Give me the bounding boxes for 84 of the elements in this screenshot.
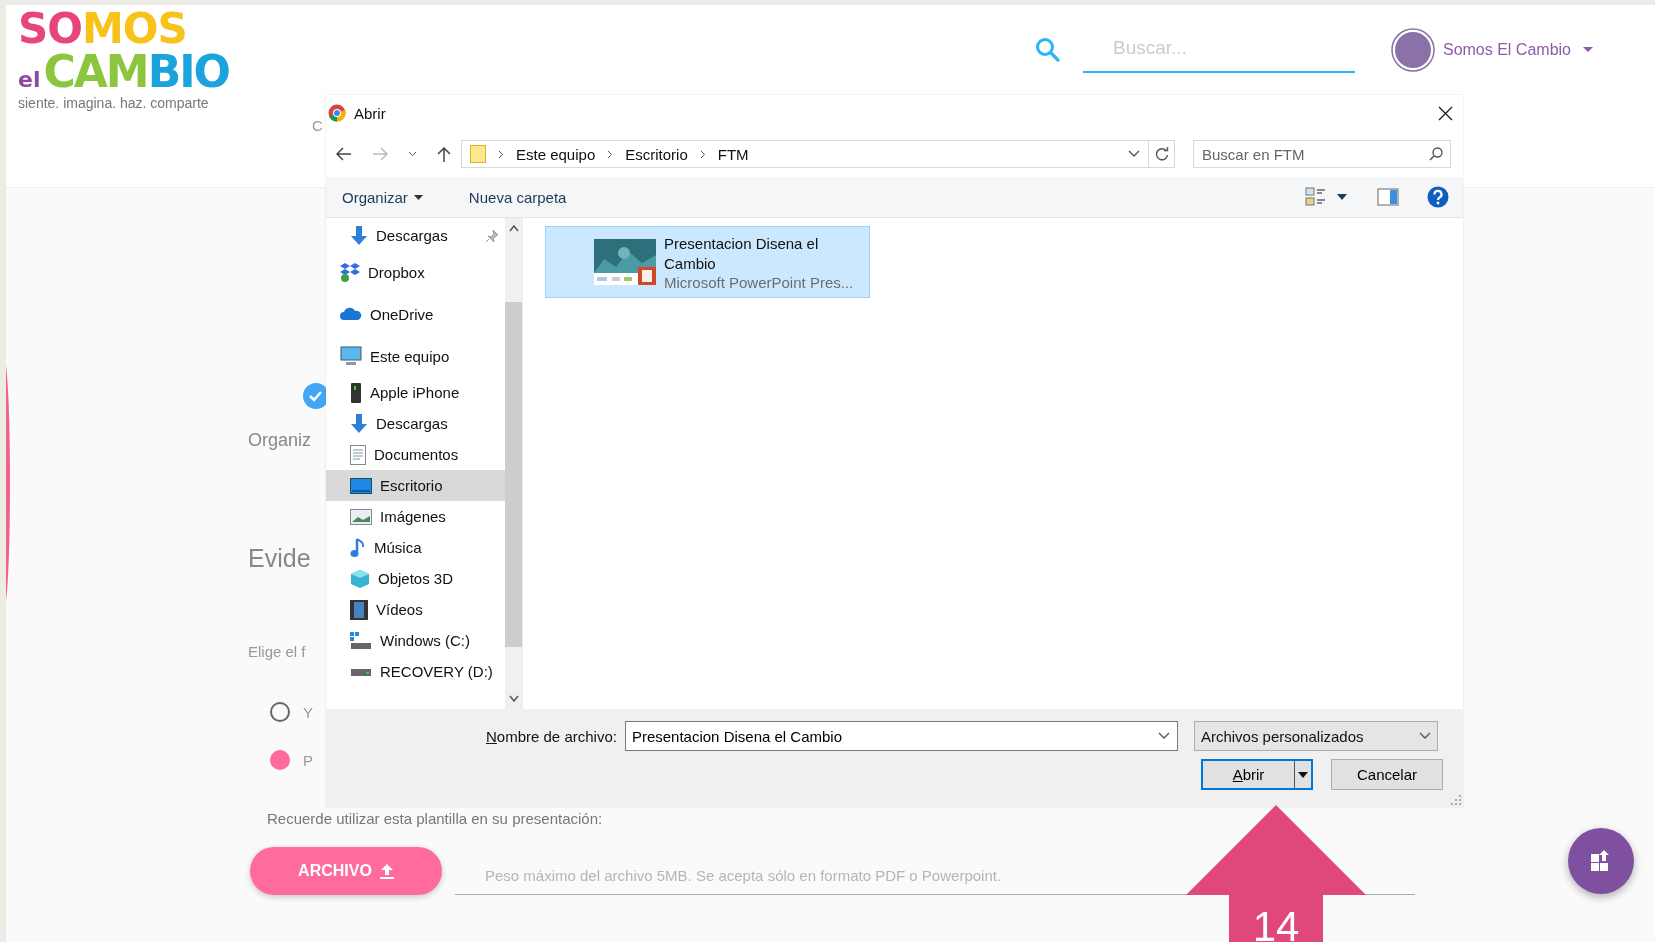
breadcrumb[interactable]: FTM: [717, 145, 749, 163]
nav-item[interactable]: Objetos 3D: [326, 563, 505, 594]
chevron-down-icon[interactable]: [1128, 150, 1140, 158]
resize-grip-icon[interactable]: [1451, 795, 1461, 805]
close-icon[interactable]: [1438, 105, 1453, 121]
desktop-icon: [350, 477, 372, 494]
nav-item[interactable]: Escritorio: [326, 470, 505, 501]
nav-item[interactable]: Música: [326, 532, 505, 563]
folder-icon: [470, 145, 486, 163]
caret-icon: [1298, 771, 1308, 778]
chevron-right-icon: [699, 149, 706, 159]
document-icon: [350, 444, 366, 465]
drive-icon: [350, 666, 372, 677]
breadcrumb[interactable]: Este equipo: [516, 145, 596, 163]
scroll-down-icon[interactable]: [508, 695, 519, 703]
nav-item[interactable]: Descargas: [326, 220, 505, 251]
file-type: Microsoft PowerPoint Pres...: [664, 273, 855, 291]
view-options-icon[interactable]: [1305, 187, 1327, 207]
dropbox-icon: [340, 262, 360, 282]
nav-item[interactable]: Imágenes: [326, 501, 505, 532]
logo[interactable]: SOMOS el CAMBIO siente. imagina. haz. comparte: [18, 8, 229, 110]
toolbar-button[interactable]: Organizar: [334, 184, 431, 210]
filename-field[interactable]: Presentacion Disena el Cambio: [624, 721, 1178, 751]
nav-item[interactable]: Vídeos: [326, 594, 505, 625]
nav-item[interactable]: Windows (C:): [326, 625, 505, 656]
radio-button[interactable]: [270, 702, 290, 722]
refresh-button[interactable]: [1149, 140, 1175, 168]
address-bar[interactable]: Este equipo Escritorio FTM: [461, 140, 1149, 168]
nav-item[interactable]: Este equipo: [326, 335, 505, 377]
nav-item[interactable]: Documentos: [326, 439, 505, 470]
chevron-down-icon[interactable]: [1157, 732, 1170, 740]
file-item[interactable]: Presentacion Disena el Cambio Microsoft PowerPoint Pres...: [545, 226, 870, 298]
computer-icon: [340, 346, 362, 366]
breadcrumb[interactable]: Escritorio: [625, 145, 688, 163]
music-note-icon: [350, 537, 366, 558]
picture-icon: [350, 508, 372, 525]
floating-action-button[interactable]: [1568, 828, 1634, 894]
preview-pane-icon[interactable]: [1377, 188, 1399, 206]
download-arrow-icon: [350, 225, 368, 246]
step-title: Organiz: [248, 430, 312, 451]
radio-button[interactable]: [270, 750, 290, 770]
section-title: Evide: [248, 544, 311, 573]
file-type-dropdown[interactable]: Archivos personalizados: [1193, 721, 1438, 751]
toolbar-button[interactable]: Nueva carpeta: [460, 184, 575, 210]
back-icon[interactable]: [336, 147, 352, 161]
nav-item[interactable]: Descargas: [326, 408, 505, 439]
pin-icon[interactable]: [485, 228, 499, 243]
nav-item[interactable]: Dropbox: [326, 251, 505, 293]
drive-icon: [350, 631, 372, 650]
nav-item[interactable]: OneDrive: [326, 293, 505, 335]
open-button[interactable]: Abrir: [1201, 759, 1313, 790]
nav-item[interactable]: RECOVERY (D:): [326, 656, 505, 687]
user-menu[interactable]: Somos El Cambio: [1442, 41, 1571, 59]
download-arrow-icon: [350, 413, 368, 434]
caret-icon: [413, 194, 423, 200]
hint-text: Elige el f: [248, 643, 306, 660]
up-arrow-icon[interactable]: [437, 146, 451, 162]
cube-icon: [350, 568, 370, 589]
film-icon: [350, 599, 368, 620]
caret-icon[interactable]: [1583, 47, 1593, 53]
chevron-right-icon: [607, 149, 614, 159]
file-name: Presentacion Disena el Cambio: [664, 233, 820, 274]
cloud-icon: [340, 307, 362, 321]
cancel-button[interactable]: Cancelar: [1331, 759, 1443, 790]
widgets-icon: [1590, 850, 1612, 872]
upload-icon: [379, 863, 394, 879]
chevron-down-icon[interactable]: [408, 151, 417, 157]
chevron-down-icon: [1418, 732, 1431, 740]
search-field[interactable]: Buscar en FTM: [1193, 140, 1451, 168]
phone-icon: [350, 382, 362, 403]
scroll-up-icon[interactable]: [508, 224, 519, 232]
notice-text: Recuerde utilizar esta plantilla en su presentación:: [267, 810, 604, 827]
field-label: Nombre de archivo:: [486, 727, 617, 745]
search-icon[interactable]: [1429, 147, 1443, 161]
window-title: Abrir: [354, 104, 386, 122]
avatar-icon[interactable]: [1390, 28, 1435, 72]
chevron-right-icon: [498, 149, 504, 159]
caret-icon[interactable]: [1337, 194, 1347, 200]
help-icon[interactable]: [1427, 186, 1449, 208]
nav-item[interactable]: Apple iPhone: [326, 377, 505, 408]
file-field[interactable]: Peso máximo del archivo 5MB. Se acepta sólo en formato PDF o Powerpoint.: [455, 867, 1415, 895]
refresh-icon: [1154, 147, 1169, 161]
step-number: 14: [1252, 903, 1300, 942]
scrollbar[interactable]: [505, 218, 522, 709]
